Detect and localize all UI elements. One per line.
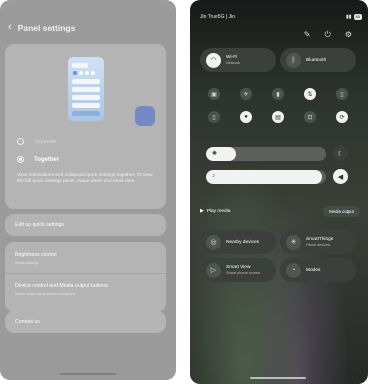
- smart-view-sub: Share phone screen: [226, 271, 261, 275]
- preview-row: [72, 79, 100, 84]
- option-together[interactable]: Together: [17, 156, 59, 163]
- preview-dot: [73, 71, 77, 75]
- device-control-sub: Show when quick panel collapsed: [15, 291, 76, 296]
- home-indicator: [250, 377, 306, 379]
- smart-view-label: Smart View: [226, 265, 251, 270]
- bluetooth-label: Bluetooth: [306, 57, 327, 63]
- preview-row: [72, 95, 100, 100]
- status-icons: ▮▮ 85: [346, 14, 362, 20]
- device-control-title: Device control and Media output buttons: [15, 283, 108, 289]
- quick-panel-screen: Jio True5G | Jio ▮▮ 85 ✎ ⏻ ⚙ ◠ Wi-Fi Net…: [190, 0, 368, 384]
- back-arrow-icon[interactable]: ‹: [8, 22, 12, 33]
- preview-row: [72, 63, 88, 68]
- controls-card: Brightness control Show always Device co…: [5, 242, 166, 312]
- location-icon[interactable]: ●: [240, 111, 252, 123]
- volume-slider[interactable]: ♪: [206, 170, 326, 184]
- dnd-icon[interactable]: ▤: [272, 111, 284, 123]
- bluetooth-icon: ᛒ: [286, 52, 301, 68]
- preview-accent: [135, 106, 155, 126]
- power-icon[interactable]: ⏻: [325, 30, 331, 40]
- smartthings-sub: Home devices: [306, 243, 331, 247]
- carrier-label: Jio True5G | Jio: [200, 14, 235, 20]
- gear-icon[interactable]: ⚙: [345, 30, 352, 40]
- battery-icon[interactable]: ▯: [336, 88, 348, 100]
- wifi-icon: ◠: [206, 52, 221, 68]
- brightness-fill: [206, 147, 236, 161]
- preview-row: [72, 103, 100, 108]
- smart-view-tile[interactable]: ▷ Smart View Share phone screen: [200, 258, 276, 282]
- battery-badge: 85: [353, 14, 362, 20]
- wifi-sub: Network: [226, 61, 240, 65]
- modes-icon: ◔: [286, 262, 301, 278]
- preview-row: [72, 87, 100, 92]
- sync-icon[interactable]: ⟳: [336, 111, 348, 123]
- panel-preview: [13, 54, 158, 126]
- edit-quick-settings-item[interactable]: Edit up quick settings: [5, 214, 166, 236]
- smartthings-icon: ✳: [286, 234, 301, 250]
- play-media-button[interactable]: ▶ Play media: [200, 209, 230, 214]
- smartthings-label: SmartThings: [306, 237, 334, 242]
- play-icon: ▶: [200, 208, 204, 214]
- preview-row: [72, 111, 100, 116]
- wifi-label: Wi-Fi: [226, 55, 238, 60]
- speaker-icon[interactable]: ◀: [333, 169, 348, 184]
- modes-tile[interactable]: ◔ Modes: [280, 258, 356, 282]
- mobile-icon[interactable]: ▯: [208, 111, 220, 123]
- brightness-icon: ✺: [212, 151, 218, 157]
- dark-mode-icon[interactable]: ☾: [333, 146, 348, 161]
- modes-label: Modes: [306, 267, 321, 273]
- option-description: View notifications and collapsed quick s…: [17, 173, 153, 185]
- home-indicator: [60, 373, 116, 375]
- brightness-control-sub: Show always: [15, 260, 39, 265]
- radio-together[interactable]: [17, 156, 24, 163]
- bluetooth-tile[interactable]: ᛒ Bluetooth: [280, 48, 356, 72]
- media-output-button[interactable]: Media output: [323, 205, 360, 217]
- nearby-devices-icon: ◎: [206, 234, 221, 250]
- page-title: Panel settings: [17, 22, 76, 33]
- panel-top-icons: ✎ ⏻ ⚙: [304, 30, 352, 40]
- divider: [5, 273, 166, 274]
- option-together-label: Together: [34, 156, 60, 163]
- nearby-devices-label: Nearby devices: [226, 239, 260, 245]
- torch-icon[interactable]: ▮: [272, 88, 284, 100]
- pencil-icon[interactable]: ✎: [304, 30, 311, 40]
- preview-dot: [85, 71, 89, 75]
- panel-settings-screen: ‹ Panel settings Separate Together View …: [0, 0, 176, 380]
- header: ‹ Panel settings: [8, 22, 75, 33]
- data-icon[interactable]: ⇅: [304, 88, 316, 100]
- preview-dot: [91, 71, 95, 75]
- brightness-slider[interactable]: ✺: [206, 147, 326, 161]
- wifi-tile[interactable]: ◠ Wi-Fi Network: [200, 48, 276, 72]
- screenshot-icon[interactable]: ⊡: [304, 111, 316, 123]
- contact-us-item[interactable]: Contact us: [5, 311, 166, 333]
- smartthings-tile[interactable]: ✳ SmartThings Home devices: [280, 230, 356, 254]
- contact-us-label: Contact us: [15, 319, 40, 325]
- volume-fill: [206, 170, 323, 184]
- status-bar: Jio True5G | Jio ▮▮ 85: [200, 12, 362, 22]
- preview-dot: [79, 71, 83, 75]
- brightness-control-title: Brightness control: [15, 252, 57, 258]
- volume-slider-icon: ♪: [212, 173, 215, 179]
- nearby-devices-tile[interactable]: ◎ Nearby devices: [200, 230, 276, 254]
- panel-layout-card: Separate Together View notifications and…: [5, 44, 166, 209]
- play-media-label: Play media: [206, 208, 231, 214]
- edit-quick-settings-label: Edit up quick settings: [15, 222, 65, 228]
- signal-icon: ▮▮: [346, 14, 352, 20]
- preview-phone-image: [68, 57, 104, 121]
- option-separate[interactable]: Separate: [17, 138, 56, 145]
- smart-view-icon: ▷: [206, 262, 221, 278]
- option-separate-label: Separate: [34, 138, 57, 145]
- radio-separate[interactable]: [17, 138, 24, 145]
- vibrate-icon[interactable]: ▣: [208, 88, 220, 100]
- airplane-icon[interactable]: ✈: [240, 88, 252, 100]
- media-row: ▶ Play media Media output: [200, 204, 360, 218]
